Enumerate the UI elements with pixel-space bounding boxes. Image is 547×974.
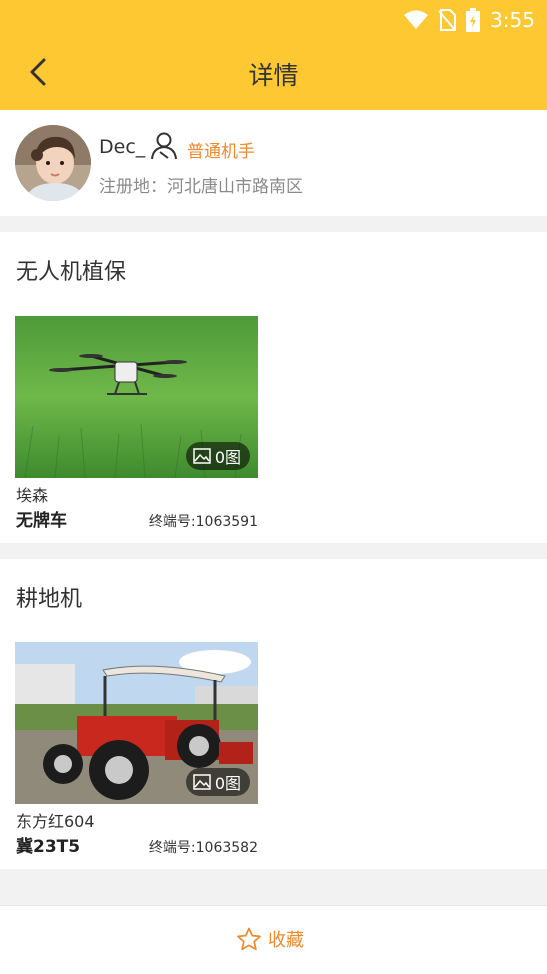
app-header: 3:55 详情 bbox=[0, 0, 547, 110]
avatar bbox=[15, 125, 91, 201]
page-title: 详情 bbox=[248, 61, 299, 90]
machine-photo[interactable]: 0图 bbox=[15, 642, 258, 804]
favorite-button[interactable]: 收藏 bbox=[236, 926, 304, 952]
section-title: 无人机植保 bbox=[16, 260, 127, 285]
photo-count: 0图 bbox=[214, 774, 241, 793]
machine-name: 东方红604 bbox=[16, 812, 95, 831]
machine-card[interactable]: 0图 东方红604 冀23T5 终端号:1063582 bbox=[15, 642, 258, 857]
section-tractor: 耕地机 0图 东方红604 冀23T5 终端号:1063582 bbox=[0, 559, 547, 869]
photo-count-badge[interactable]: 0图 bbox=[185, 768, 250, 796]
terminal-number: 终端号:1063582 bbox=[148, 840, 258, 856]
plate-number: 冀23T5 bbox=[16, 837, 81, 857]
no-sim-icon bbox=[438, 9, 457, 31]
battery-icon bbox=[466, 8, 481, 32]
plate-number: 无牌车 bbox=[16, 511, 67, 531]
username: Dec_ bbox=[99, 136, 146, 158]
wifi-icon bbox=[404, 10, 429, 29]
bottom-action-bar: 收藏 bbox=[0, 905, 547, 974]
terminal-number: 终端号:1063591 bbox=[148, 514, 258, 530]
photo-count: 0图 bbox=[214, 448, 241, 467]
machine-photo[interactable]: 0图 bbox=[15, 316, 258, 478]
operator-role: 普通机手 bbox=[187, 142, 255, 162]
machine-name: 埃森 bbox=[16, 486, 49, 505]
status-time: 3:55 bbox=[490, 8, 535, 32]
registration-location: 注册地：河北唐山市路南区 bbox=[99, 177, 303, 197]
photo-count-badge[interactable]: 0图 bbox=[185, 442, 250, 470]
image-icon bbox=[193, 774, 211, 790]
machine-card[interactable]: 0图 埃森 无牌车 终端号:1063591 bbox=[15, 316, 258, 531]
operator-profile: Dec_ 普通机手 注册地：河北唐山市路南区 bbox=[0, 110, 547, 216]
image-icon bbox=[193, 448, 211, 464]
favorite-label: 收藏 bbox=[268, 930, 304, 951]
section-title: 耕地机 bbox=[16, 587, 83, 612]
section-drone: 无人机植保 0图 埃森 无牌车 终端号:1063591 bbox=[0, 232, 547, 543]
status-bar: 3:55 bbox=[404, 6, 535, 34]
star-outline-icon bbox=[237, 927, 261, 951]
user-role-icon bbox=[151, 132, 177, 160]
